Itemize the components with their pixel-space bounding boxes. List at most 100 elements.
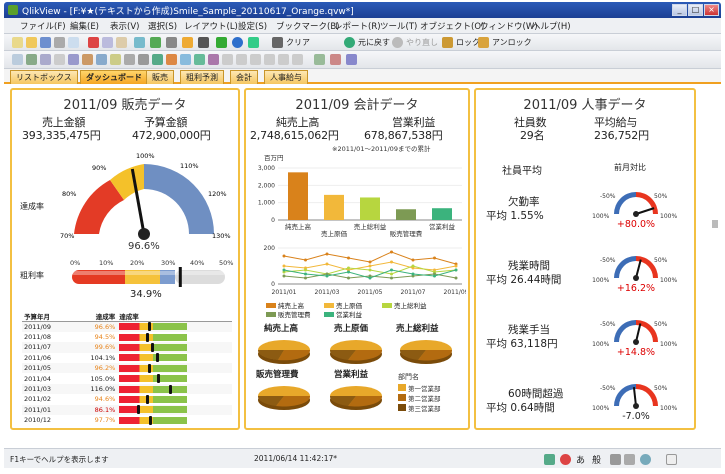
paste-icon[interactable] [116,37,127,48]
lock-icon[interactable] [442,37,453,48]
table-header-rate[interactable]: 達成率 [71,311,117,322]
current-selections-icon[interactable] [110,54,121,65]
dept-legend-item[interactable]: 第二営業部 [398,393,441,403]
bookmark-object-icon[interactable] [180,54,191,65]
print-icon[interactable] [54,37,65,48]
table-row[interactable]: 2011/07 99.6% [22,342,232,353]
table-row[interactable]: 2011/03 116.0% [22,383,232,395]
menu-settings[interactable]: 設定(S) [238,20,267,32]
table-row[interactable]: 2011/02 94.6% [22,394,232,405]
menu-select[interactable]: 選択(S) [148,20,177,32]
distribute-icon[interactable] [292,54,303,65]
line-arrow-icon[interactable] [152,54,163,65]
unlock-button[interactable]: アンロック [492,37,532,48]
history-icon[interactable] [248,37,259,48]
menu-view[interactable]: 表示(V) [110,20,139,32]
tab-dashboard[interactable]: ダッシュボード [80,70,148,84]
table-header-month[interactable]: 予算年月 [22,311,71,322]
slider-icon[interactable] [166,54,177,65]
legend-item[interactable]: 販売管理費 [266,309,311,319]
tray-keyboard-icon[interactable] [544,454,555,465]
table-row[interactable]: 2011/08 94.5% [22,331,232,343]
star-icon[interactable] [216,37,227,48]
dept-legend-item[interactable]: 第三営業部 [398,403,441,413]
menu-object[interactable]: オブジェクト(O) [420,20,484,32]
clear-icon[interactable] [272,37,283,48]
save-icon[interactable] [40,37,51,48]
back-button[interactable]: 元に戻す [358,37,390,48]
text-object-icon[interactable] [138,54,149,65]
table-row[interactable]: 2011/04 105.0% [22,373,232,384]
table-row[interactable]: 2010/12 97.7% [22,415,232,426]
listbox-icon[interactable] [40,54,51,65]
lock-button[interactable]: ロック [456,37,480,48]
tab-hr-payroll[interactable]: 人事給与 [264,70,308,84]
tab-accounting[interactable]: 会計 [230,70,258,84]
menu-edit[interactable]: 編集(E) [70,20,99,32]
align-top-icon[interactable] [264,54,275,65]
input-box-icon[interactable] [96,54,107,65]
container-icon[interactable] [208,54,219,65]
format-painter-icon[interactable] [314,54,325,65]
tray-caps-icon[interactable] [666,454,677,465]
tray-settings-icon[interactable] [624,454,635,465]
dept-legend-item[interactable]: 第一営業部 [398,383,441,393]
sheet-icon[interactable] [12,54,23,65]
menu-report[interactable]: レポート(R) [334,20,381,32]
tray-help-icon[interactable] [640,454,651,465]
sheet-objects-icon[interactable] [346,54,357,65]
pie-revenue[interactable] [257,340,311,364]
tray-ime-kan[interactable]: 般 [592,453,601,466]
new-doc-icon[interactable] [12,37,23,48]
table-row[interactable]: 2011/09 96.6% [22,321,232,332]
search-icon[interactable] [182,37,193,48]
reload-icon[interactable] [134,37,145,48]
tray-ime-icon[interactable] [560,454,571,465]
tray-tool-icon[interactable] [610,454,621,465]
align-bottom-icon[interactable] [278,54,289,65]
menu-window[interactable]: ウィンドウ(W) [480,20,538,32]
print-preview-icon[interactable] [68,37,79,48]
clear-button[interactable]: クリア [286,37,310,48]
copy-icon[interactable] [102,37,113,48]
table-header-bar[interactable]: 達成率 [117,311,232,322]
sheet-props-icon[interactable] [26,54,37,65]
grid-icon[interactable] [330,54,341,65]
align-left-icon[interactable] [222,54,233,65]
partial-reload-icon[interactable] [150,37,161,48]
table-row[interactable]: 2011/01 86.1% [22,404,232,416]
legend-item[interactable]: 売上総利益 [382,300,427,310]
align-right-icon[interactable] [250,54,261,65]
menu-tools[interactable]: ツール(T) [380,20,417,32]
document-properties-icon[interactable] [166,37,177,48]
back-icon[interactable] [344,37,355,48]
cut-icon[interactable] [88,37,99,48]
open-folder-icon[interactable] [26,37,37,48]
button-object-icon[interactable] [124,54,135,65]
pie-cogs[interactable] [329,340,383,364]
advanced-search-icon[interactable] [198,37,209,48]
align-center-icon[interactable] [236,54,247,65]
menu-help[interactable]: ヘルプ(H) [532,20,571,32]
table-box-icon[interactable] [68,54,79,65]
minimize-button[interactable]: _ [672,4,687,16]
menu-layout[interactable]: レイアウト(L) [184,20,238,32]
sheet-scroll-handle[interactable] [712,220,718,228]
unlock-icon[interactable] [478,37,489,48]
table-row[interactable]: 2011/06 104.1% [22,352,232,364]
pie-opprofit[interactable] [329,386,383,410]
pie-gross[interactable] [399,340,453,364]
redo-button[interactable]: やり直し [406,37,438,48]
close-button[interactable]: × [704,4,719,16]
menu-bookmark[interactable]: ブックマーク(B) [276,20,339,32]
tab-sales[interactable]: 販売 [146,70,174,84]
legend-item[interactable]: 営業利益 [324,309,362,319]
chart-icon[interactable] [82,54,93,65]
multibox-icon[interactable] [54,54,65,65]
redo-icon[interactable] [392,37,403,48]
tab-listbox[interactable]: リストボックス [10,70,78,84]
pie-sga[interactable] [257,386,311,410]
maximize-button[interactable]: □ [688,4,703,16]
menu-file[interactable]: ファイル(F) [20,20,66,32]
tab-gross-forecast[interactable]: 粗利予測 [180,70,224,84]
